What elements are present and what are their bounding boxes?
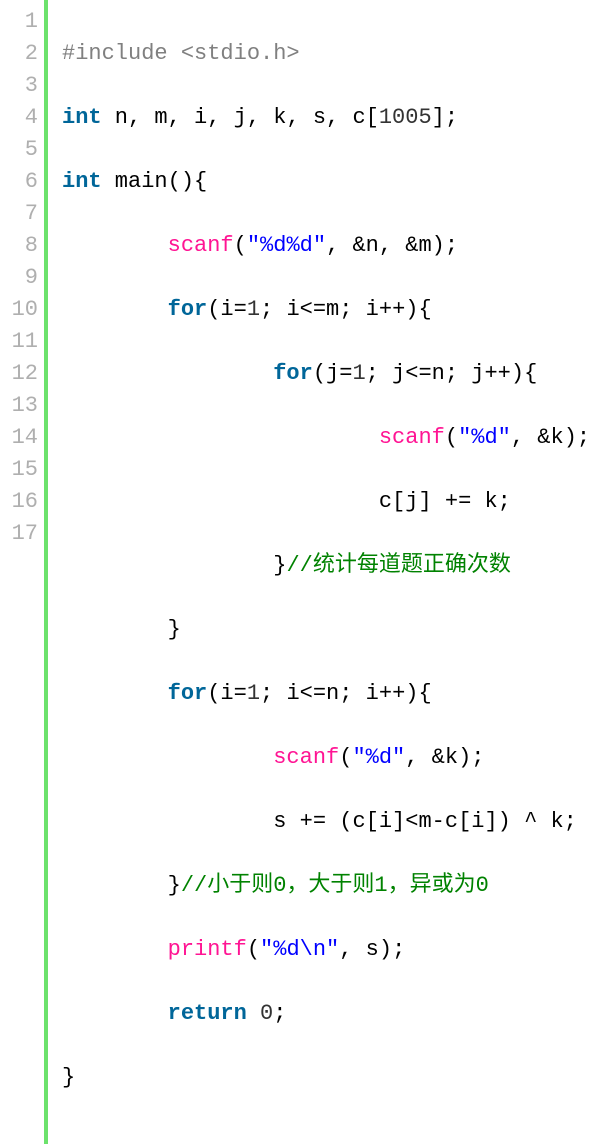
line-number: 13 (2, 390, 38, 422)
keyword: for (168, 681, 208, 706)
code-line: printf("%d\n", s); (62, 934, 602, 966)
line-number: 10 (2, 294, 38, 326)
comment: //统计每道题正确次数 (286, 553, 510, 578)
keyword: int (62, 105, 102, 130)
code-line: #include <stdio.h> (62, 38, 602, 70)
line-number: 3 (2, 70, 38, 102)
function: scanf (379, 425, 445, 450)
code-text: , s); (339, 937, 405, 962)
code-line: return 0; (62, 998, 602, 1030)
preprocessor: #include <stdio.h> (62, 41, 300, 66)
code-text: n, m, i, j, k, s, c[ (102, 105, 379, 130)
code-line: c[j] += k; (62, 486, 602, 518)
line-number: 2 (2, 38, 38, 70)
indent (62, 745, 273, 770)
code-text: ( (247, 937, 260, 962)
code-text: s += (c[i]<m-c[i]) ^ k; (62, 809, 577, 834)
indent (62, 681, 168, 706)
code-text: , &k); (511, 425, 590, 450)
code-text: (i= (207, 681, 247, 706)
line-number: 4 (2, 102, 38, 134)
keyword: for (168, 297, 208, 322)
line-number: 7 (2, 198, 38, 230)
code-text: ; i<=m; i++){ (260, 297, 432, 322)
code-text: , &n, &m); (326, 233, 458, 258)
code-line: int n, m, i, j, k, s, c[1005]; (62, 102, 602, 134)
code-container: 1 2 3 4 5 6 7 8 9 10 11 12 13 14 15 16 1… (0, 0, 602, 1144)
code-line: }//小于则0，大于则1，异或为0 (62, 870, 602, 902)
code-text: ; j<=n; j++){ (366, 361, 538, 386)
code-text: main(){ (102, 169, 208, 194)
number: 1 (352, 361, 365, 386)
code-text: ( (445, 425, 458, 450)
line-number: 11 (2, 326, 38, 358)
function: printf (168, 937, 247, 962)
code-text: ; (273, 1001, 286, 1026)
code-text: (i= (207, 297, 247, 322)
number: 1005 (379, 105, 432, 130)
line-number: 1 (2, 6, 38, 38)
code-line: } (62, 1062, 602, 1094)
keyword: int (62, 169, 102, 194)
code-line: int main(){ (62, 166, 602, 198)
comment: //小于则0，大于则1，异或为0 (181, 873, 489, 898)
number: 1 (247, 297, 260, 322)
code-line: for(i=1; i<=n; i++){ (62, 678, 602, 710)
function: scanf (273, 745, 339, 770)
line-number: 15 (2, 454, 38, 486)
line-number: 17 (2, 518, 38, 550)
code-line: scanf("%d", &k); (62, 742, 602, 774)
line-number: 8 (2, 230, 38, 262)
code-text: ; i<=n; i++){ (260, 681, 432, 706)
string: "%d" (352, 745, 405, 770)
indent (62, 297, 168, 322)
indent (62, 425, 379, 450)
code-line: for(i=1; i<=m; i++){ (62, 294, 602, 326)
keyword: return (168, 1001, 247, 1026)
string: "%d\n" (260, 937, 339, 962)
code-text: } (62, 1065, 75, 1090)
line-number: 12 (2, 358, 38, 390)
code-text (247, 1001, 260, 1026)
string: "%d%d" (247, 233, 326, 258)
code-area: #include <stdio.h> int n, m, i, j, k, s,… (48, 0, 602, 1144)
line-number: 14 (2, 422, 38, 454)
code-line: } (62, 614, 602, 646)
code-text: ( (339, 745, 352, 770)
line-number-gutter: 1 2 3 4 5 6 7 8 9 10 11 12 13 14 15 16 1… (0, 0, 48, 1144)
keyword: for (273, 361, 313, 386)
code-text: , &k); (405, 745, 484, 770)
code-text: } (62, 873, 181, 898)
code-line: s += (c[i]<m-c[i]) ^ k; (62, 806, 602, 838)
line-number: 16 (2, 486, 38, 518)
line-number: 9 (2, 262, 38, 294)
code-line: scanf("%d%d", &n, &m); (62, 230, 602, 262)
string: "%d" (458, 425, 511, 450)
code-text: } (62, 553, 286, 578)
code-text: } (62, 617, 181, 642)
line-number: 6 (2, 166, 38, 198)
indent (62, 361, 273, 386)
code-line: for(j=1; j<=n; j++){ (62, 358, 602, 390)
number: 1 (247, 681, 260, 706)
number: 0 (260, 1001, 273, 1026)
code-text: (j= (313, 361, 353, 386)
code-text: ( (234, 233, 247, 258)
code-text: c[j] += k; (62, 489, 511, 514)
line-number: 5 (2, 134, 38, 166)
code-line: scanf("%d", &k); (62, 422, 602, 454)
code-line: }//统计每道题正确次数 (62, 550, 602, 582)
indent (62, 233, 168, 258)
function: scanf (168, 233, 234, 258)
code-text: ]; (432, 105, 458, 130)
indent (62, 937, 168, 962)
indent (62, 1001, 168, 1026)
